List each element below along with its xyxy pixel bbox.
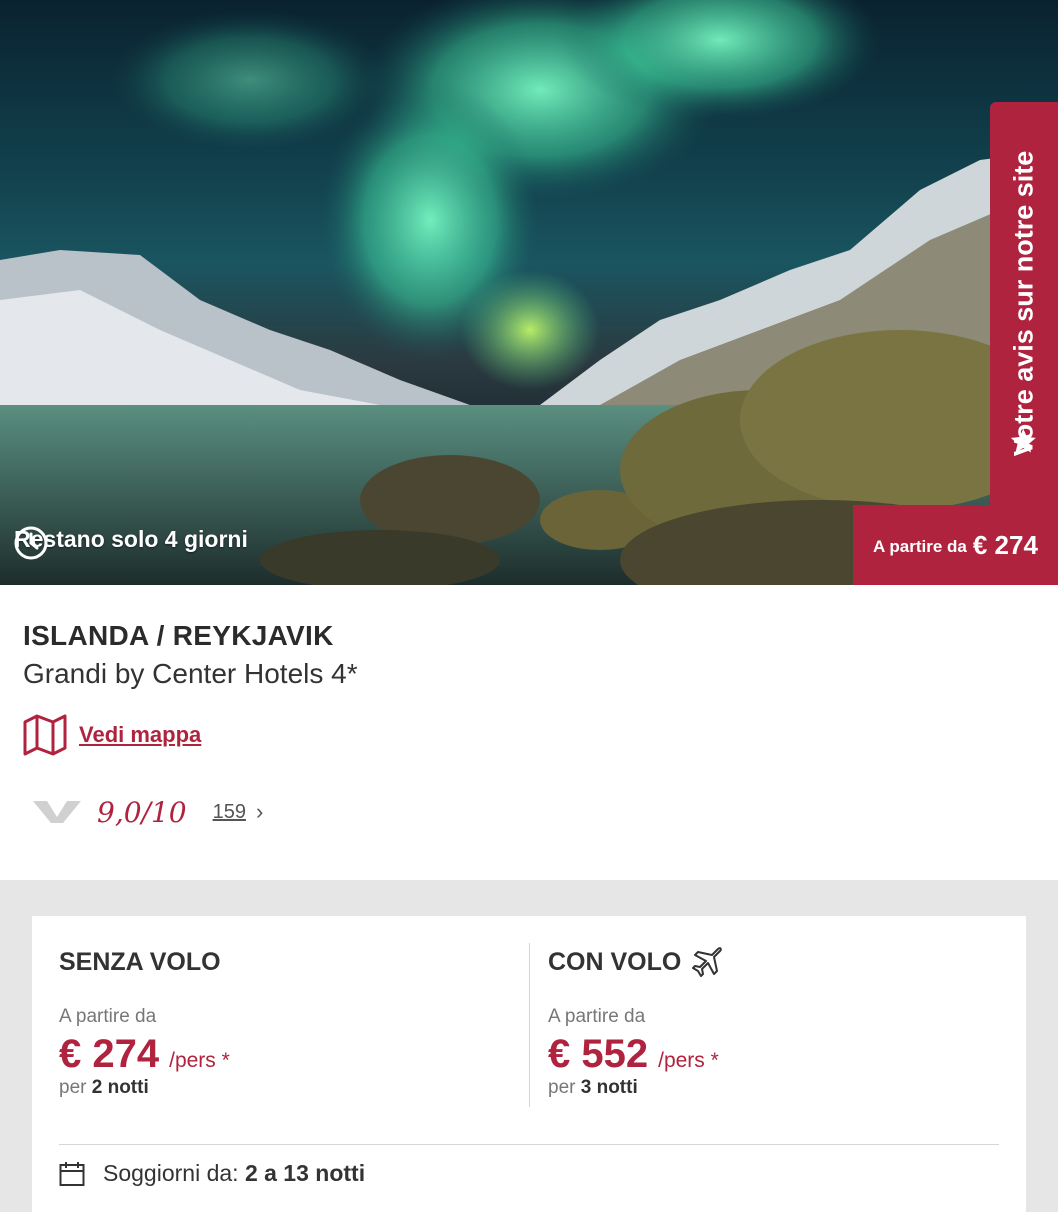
- airplane-icon: [692, 947, 723, 977]
- hotel-info: ISLANDA / REYKJAVIK Grandi by Center Hot…: [23, 620, 1023, 832]
- destination-location: ISLANDA / REYKJAVIK: [23, 620, 334, 651]
- aurora-landscape: [0, 0, 1058, 585]
- offer-nights: per 3 notti: [548, 1077, 988, 1099]
- calendar-icon: [59, 1161, 85, 1186]
- review-logo-icon: [33, 801, 81, 823]
- map-icon: [23, 714, 67, 756]
- stay-duration: Soggiorni da: 2 a 13 notti: [59, 1160, 365, 1187]
- hero-image[interactable]: Restano solo 4 giorni Votre avis sur not…: [0, 0, 1058, 585]
- offers-card: SENZA VOLO A partire da € 274 /pers * pe…: [32, 916, 1026, 1212]
- column-divider: [529, 943, 530, 1107]
- price-badge: A partire da € 274: [853, 505, 1058, 585]
- nights-prefix: per: [548, 1077, 576, 1098]
- price-badge-value: € 274: [972, 529, 1038, 560]
- map-link[interactable]: Vedi mappa: [23, 714, 1023, 756]
- review-feedback-tab[interactable]: Votre avis sur notre site: [990, 102, 1058, 505]
- hotel-name: Grandi by Center Hotels 4*: [23, 658, 358, 689]
- per-person-label: /pers *: [658, 1049, 719, 1072]
- offer-without-flight[interactable]: SENZA VOLO A partire da € 274 /pers * pe…: [59, 942, 499, 1099]
- row-divider: [59, 1144, 999, 1145]
- review-count-link[interactable]: 159: [213, 801, 246, 824]
- rating-row[interactable]: 9,0/10 159 ›: [23, 792, 1023, 832]
- star-icon: [1011, 428, 1037, 453]
- countdown-text: Restano solo 4 giorni: [14, 526, 248, 552]
- offer-price: € 274: [59, 1032, 160, 1076]
- map-link-text[interactable]: Vedi mappa: [79, 722, 201, 748]
- clock-icon: [14, 526, 48, 560]
- rating-score: 9,0/10: [97, 795, 187, 829]
- review-tab-label: Votre avis sur notre site: [1008, 150, 1039, 457]
- from-label: A partire da: [548, 1006, 646, 1027]
- offer-title: SENZA VOLO: [59, 947, 221, 976]
- countdown: Restano solo 4 giorni: [14, 526, 248, 560]
- nights-value: 3 notti: [580, 1077, 638, 1098]
- offer-title: CON VOLO: [548, 947, 682, 976]
- stay-value: 2 a 13 notti: [244, 1160, 366, 1186]
- offer-with-flight[interactable]: CON VOLO A partire da € 552 /pers * per …: [548, 942, 988, 1099]
- stay-label: Soggiorni da:: [103, 1160, 239, 1186]
- from-label: A partire da: [59, 1006, 157, 1027]
- nights-prefix: per: [59, 1077, 87, 1098]
- offer-nights: per 2 notti: [59, 1077, 499, 1099]
- chevron-right-icon[interactable]: ›: [256, 799, 263, 825]
- per-person-label: /pers *: [169, 1049, 230, 1072]
- nights-value: 2 notti: [91, 1077, 149, 1098]
- price-badge-label: A partire da: [873, 537, 967, 556]
- offer-price: € 552: [548, 1032, 649, 1076]
